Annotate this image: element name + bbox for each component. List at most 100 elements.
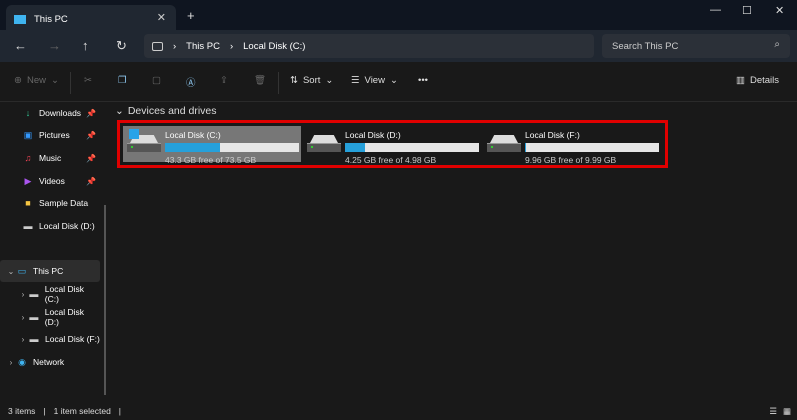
share-button[interactable]: ⇪ — [220, 75, 228, 86]
refresh-button[interactable]: ↻ — [116, 38, 127, 54]
navigation-pane: ↓ Downloads 📌 ▣ Pictures 📌 ♫ Music 📌 ▶ Videos 📌 ■ Sam… — [0, 102, 106, 402]
monitor-icon — [14, 14, 26, 24]
chevron-right-icon[interactable]: › — [6, 358, 16, 367]
new-label: New — [26, 75, 46, 86]
pin-icon: 📌 — [86, 108, 96, 118]
chevron-right-icon[interactable]: › — [18, 290, 28, 299]
close-tab-icon[interactable]: ✕ — [157, 11, 166, 24]
back-button[interactable]: ← — [14, 38, 27, 53]
cut-button[interactable]: ✂ — [84, 75, 92, 86]
address-bar[interactable]: › This PC › Local Disk (C:) — [144, 34, 594, 58]
download-icon: ↓ — [25, 108, 31, 118]
details-label: Details — [749, 75, 780, 86]
breadcrumb-local-disk-c[interactable]: Local Disk (C:) — [243, 41, 305, 52]
drive-free-space: 9.96 GB free of 9.99 GB — [525, 155, 617, 165]
plus-circle-icon: ⊕ — [14, 75, 22, 86]
pin-icon: 📌 — [86, 130, 96, 140]
paste-button[interactable]: ▢ — [152, 75, 161, 86]
sidebar-item-label: Local Disk (C:) — [44, 284, 85, 304]
breadcrumb-this-pc[interactable]: This PC — [186, 41, 220, 52]
details-pane-icon: ▥ — [736, 75, 745, 86]
drive-icon: ▬ — [29, 312, 39, 322]
up-button[interactable]: ↑ — [82, 38, 89, 53]
details-view-icon[interactable]: ☰ — [769, 406, 777, 417]
drive-usage-fill — [345, 143, 366, 152]
sidebar-item[interactable]: ■ Sample Data — [0, 192, 100, 214]
chevron-right-icon: › — [173, 40, 177, 52]
scissors-icon: ✂ — [84, 75, 92, 86]
sidebar-item[interactable]: ⌄ ▭ This PC — [0, 260, 100, 282]
selection-count: 1 item selected — [53, 406, 111, 416]
drive-usage-bar — [525, 143, 659, 152]
drive-name: Local Disk (D:) — [345, 130, 401, 140]
details-button[interactable]: ▥ Details — [736, 75, 779, 86]
delete-button[interactable]: 🗑 — [254, 75, 266, 86]
drive-name: Local Disk (C:) — [165, 130, 221, 140]
sidebar-item[interactable]: ▶ Videos 📌 — [0, 170, 100, 192]
share-icon: ⇪ — [220, 75, 228, 86]
status-bar: 3 items | 1 item selected | ☰ ▦ — [8, 405, 791, 417]
drive-tile[interactable]: Local Disk (D:) 4.25 GB free of 4.98 GB — [303, 126, 481, 165]
sidebar-item-label: Local Disk (F:) — [45, 334, 100, 344]
drive-tile[interactable]: Local Disk (C:) 43.3 GB free of 73.5 GB — [123, 126, 301, 165]
sidebar-item-label: Downloads — [39, 108, 82, 118]
sidebar-item[interactable]: ♫ Music 📌 — [0, 147, 100, 169]
chevron-right-icon: › — [229, 40, 234, 52]
view-icon: ☰ — [351, 75, 360, 86]
view-button[interactable]: ☰ View ⌄ — [351, 75, 398, 86]
monitor-icon: ▭ — [17, 265, 27, 276]
sidebar-item-label: Local Disk (D:) — [39, 221, 95, 231]
sidebar-item[interactable]: › ◉ Network — [0, 351, 100, 373]
copy-button[interactable]: ❐ — [118, 75, 127, 86]
monitor-icon — [152, 41, 163, 51]
music-icon: ♫ — [24, 153, 32, 163]
sidebar-item[interactable]: › ▬ Local Disk (F:) — [0, 328, 100, 350]
maximize-button[interactable]: ☐ — [742, 4, 752, 17]
videos-icon: ▶ — [24, 175, 32, 186]
hard-drive-icon — [307, 135, 341, 153]
pin-icon: 📌 — [86, 153, 96, 163]
close-window-button[interactable]: ✕ — [775, 4, 784, 17]
view-label: View — [364, 75, 385, 86]
trash-icon: 🗑 — [254, 75, 267, 86]
drive-tile[interactable]: Local Disk (F:) 9.96 GB free of 9.99 GB — [483, 126, 661, 165]
new-button[interactable]: ⊕ New ⌄ — [14, 75, 59, 86]
chevron-right-icon[interactable]: › — [18, 335, 28, 344]
title-bar: This PC ✕ + — ☐ ✕ — [0, 0, 797, 33]
chevron-right-icon[interactable]: › — [18, 313, 28, 322]
search-placeholder: Search This PC — [612, 40, 679, 52]
tiles-view-icon[interactable]: ▦ — [783, 406, 791, 417]
hard-drive-icon — [487, 135, 521, 153]
new-tab-button[interactable]: + — [187, 8, 195, 23]
sidebar-scrollbar[interactable] — [104, 205, 106, 395]
more-options-button[interactable]: ••• — [418, 75, 428, 86]
search-icon: ⌕ — [774, 39, 780, 50]
group-label: Devices and drives — [127, 105, 217, 117]
divider — [70, 72, 71, 94]
pin-icon: 📌 — [86, 176, 96, 186]
forward-button[interactable]: → — [48, 38, 61, 53]
sidebar-item[interactable]: › ▬ Local Disk (C:) — [0, 283, 100, 305]
sidebar-item[interactable]: ↓ Downloads 📌 — [0, 102, 100, 124]
drive-icon: ▬ — [23, 221, 33, 231]
sidebar-item[interactable]: ▣ Pictures 📌 — [0, 124, 100, 146]
sort-button[interactable]: ⇅ Sort ⌄ — [290, 75, 333, 86]
chevron-down-icon[interactable]: ⌄ — [6, 267, 16, 276]
drive-usage-fill — [165, 143, 220, 152]
drive-usage-fill — [525, 143, 526, 152]
sidebar-item-label: Sample Data — [39, 198, 89, 208]
pictures-icon: ▣ — [23, 129, 33, 140]
search-input[interactable]: Search This PC ⌕ — [602, 34, 790, 58]
rename-button[interactable]: Ⓐ — [186, 75, 196, 89]
rename-icon: Ⓐ — [186, 78, 196, 89]
sidebar-item-label: Videos — [39, 176, 65, 186]
tab-this-pc[interactable]: This PC ✕ — [6, 5, 176, 33]
group-header[interactable]: ⌄ Devices and drives — [115, 105, 217, 117]
drive-usage-bar — [165, 143, 299, 152]
minimize-button[interactable]: — — [710, 4, 721, 16]
sidebar-item-label: Local Disk (D:) — [44, 307, 85, 327]
sort-icon: ⇅ — [290, 75, 298, 86]
sidebar-item[interactable]: › ▬ Local Disk (D:) — [0, 306, 100, 328]
sidebar-item[interactable]: ▬ Local Disk (D:) — [0, 215, 100, 237]
drive-name: Local Disk (F:) — [525, 130, 580, 140]
